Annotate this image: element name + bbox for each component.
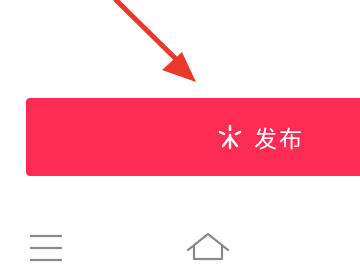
menu-button[interactable] (28, 228, 68, 268)
publish-button-content: 发布 (218, 98, 304, 176)
bottom-nav-bar (0, 218, 360, 280)
publish-button[interactable]: 发布 (26, 98, 360, 176)
sparkle-icon (218, 124, 242, 150)
hamburger-menu-icon (29, 234, 63, 262)
home-button[interactable] (186, 228, 230, 268)
home-icon (186, 232, 230, 261)
publish-button-label: 发布 (254, 127, 304, 153)
screen: 发布 (0, 0, 360, 280)
